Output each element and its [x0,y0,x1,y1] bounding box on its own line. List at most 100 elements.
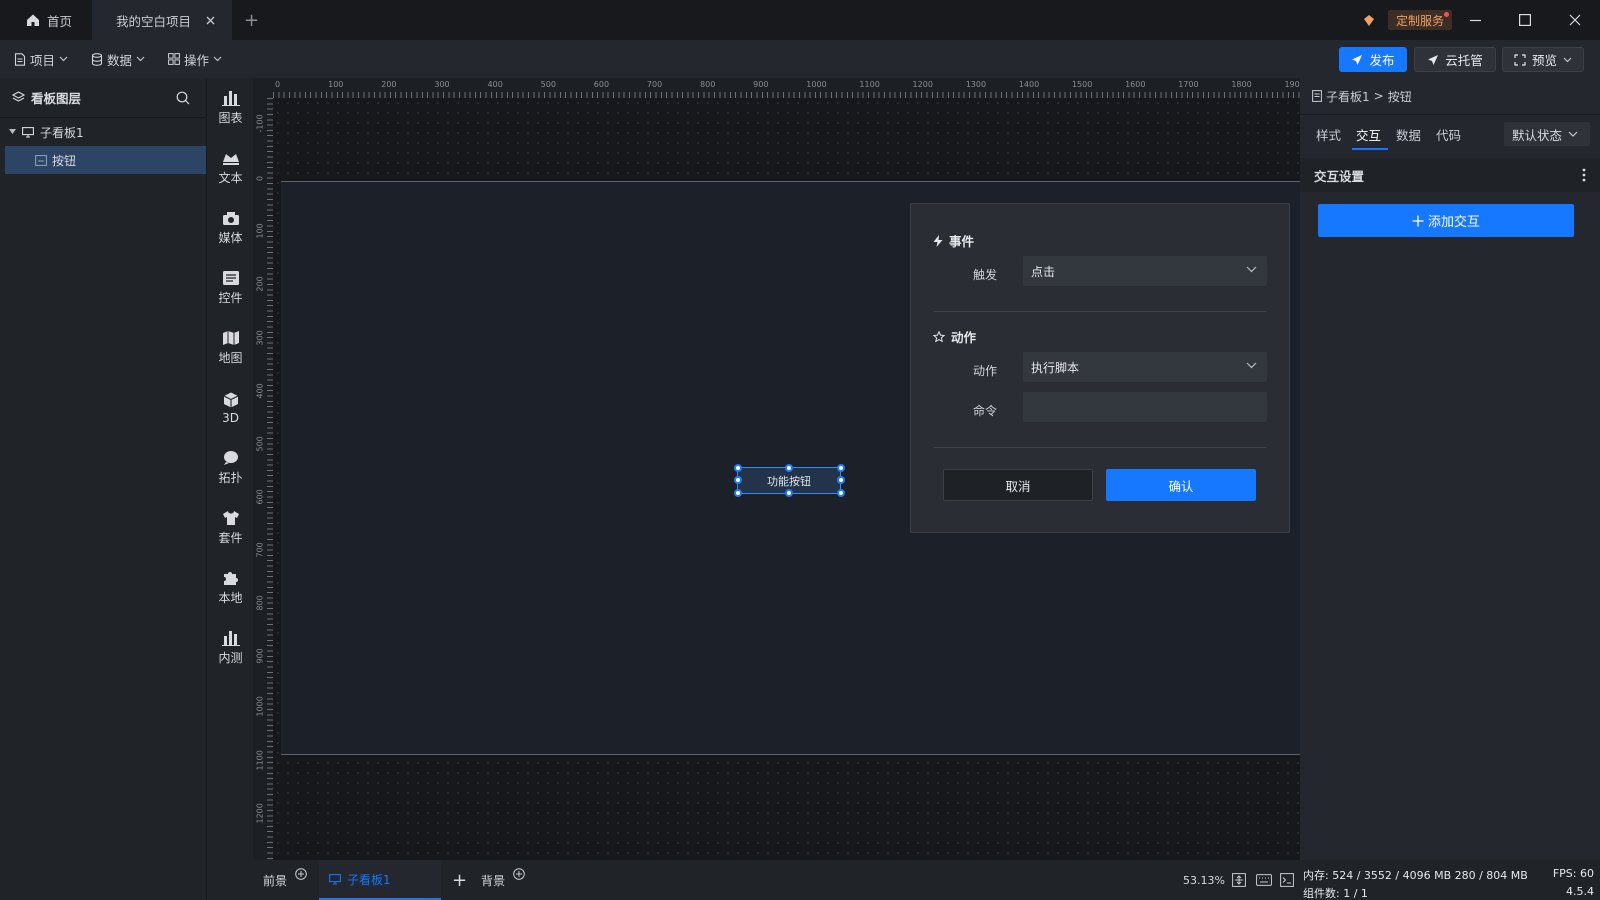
close-window-button[interactable] [1550,0,1600,40]
tree-item-sub-board[interactable]: 子看板1 [0,118,206,146]
grid-icon [168,53,180,65]
ruler-label: 400 [255,382,265,399]
component-text[interactable]: 文本 [207,142,254,194]
ruler-vertical: -100 0 100 200 300 400 500 600 700 800 900 1000 1100… [253,78,273,860]
breadcrumb: 子看板1 > 按钮 [1312,86,1412,106]
media-icon [222,210,240,226]
trigger-label: 触发 [973,268,998,282]
confirm-button[interactable]: 确认 [1106,469,1256,501]
add-circle-icon[interactable] [295,868,307,880]
caret-down-icon[interactable] [9,129,16,135]
resize-handle-r[interactable] [837,476,845,484]
ruler-label: 900 [753,80,769,89]
add-circle-icon[interactable] [513,868,525,880]
action-select[interactable]: 执行脚本 [1023,352,1267,382]
tab-home[interactable]: 首页 [10,0,92,40]
cancel-button[interactable]: 取消 [943,469,1093,501]
tab-project[interactable]: 我的空白项目 [92,0,232,40]
resize-handle-br[interactable] [837,489,845,497]
close-icon[interactable] [206,16,215,25]
state-select[interactable]: 默认状态 [1504,122,1590,146]
page-icon [1312,90,1322,102]
tab-interaction[interactable]: 交互 [1356,125,1381,144]
ruler-label: 1400 [1018,80,1040,89]
component-beta[interactable]: 内测 [207,622,254,674]
interaction-dialog: 事件 触发 点击 动作 动作 执行脚本 命令 取消 确认 [910,203,1290,533]
breadcrumb-parent[interactable]: 子看板1 [1326,88,1370,105]
sub-board-tab[interactable]: 子看板1 [319,860,441,900]
component-suite[interactable]: 套件 [207,502,254,554]
component-topology[interactable]: 拓扑 [207,442,254,494]
chevron-down-icon [213,56,222,62]
shirt-icon [222,510,240,526]
cube-icon [222,392,240,408]
background-tab[interactable]: 背景 [481,860,525,900]
layers-icon [12,91,25,104]
ruler-label: 1600 [1125,80,1146,89]
fullscreen-icon [1514,53,1526,66]
maximize-button[interactable] [1500,0,1550,40]
widget-icon [222,270,240,286]
breadcrumb-divider [1300,114,1600,115]
menu-project[interactable]: 项目 [14,49,68,69]
tab-code[interactable]: 代码 [1436,125,1461,144]
chevron-down-icon [1568,131,1578,137]
component-widget[interactable]: 控件 [207,262,254,314]
tab-data[interactable]: 数据 [1396,125,1421,144]
custom-service-badge[interactable]: 定制服务 [1388,10,1453,30]
ruler-label: 800 [700,80,716,89]
component-label: 本地 [218,591,243,605]
component-map[interactable]: 地图 [207,322,254,374]
ruler-label: 900 [255,648,265,664]
trigger-value: 点击 [1031,264,1056,279]
ruler-label: 500 [255,435,265,452]
component-count: 组件数: 1 / 1 [1303,887,1368,900]
foreground-tab[interactable]: 前景 [263,860,307,900]
publish-button[interactable]: 发布 [1339,47,1407,72]
action-title: 动作 [951,330,977,345]
component-label: 内测 [218,651,243,665]
ruler-label: 1500 [1071,80,1093,89]
search-icon[interactable] [176,91,190,105]
tree-item-button[interactable]: 按钮 [5,146,206,174]
resize-handle-tr[interactable] [837,464,845,472]
dialog-divider [933,311,1267,312]
ruler-label: 1000 [806,80,827,89]
menu-operation[interactable]: 操作 [168,49,222,69]
publish-label: 发布 [1369,53,1395,68]
add-tab-button[interactable]: + [244,0,264,40]
chevron-down-icon [136,56,145,62]
add-interaction-button[interactable]: 添加交互 [1318,204,1574,237]
component-label: 地图 [218,351,243,365]
terminal-icon[interactable] [1280,873,1294,887]
component-local[interactable]: 本地 [207,562,254,614]
beta-chart-icon [221,630,240,646]
minimize-button[interactable] [1450,0,1500,40]
background-label: 背景 [481,873,506,888]
command-input[interactable] [1023,392,1267,422]
lightning-icon [933,234,943,247]
ruler-label: 600 [255,489,265,505]
action-label: 动作 [973,364,998,378]
more-vertical-icon[interactable] [1582,168,1586,182]
add-board-button[interactable]: + [452,860,467,900]
zoom-level[interactable]: 53.13% [1183,860,1225,900]
ruler-corner [253,78,273,98]
resize-handle-b[interactable] [785,489,793,497]
tab-style[interactable]: 样式 [1316,125,1341,144]
cloud-host-button[interactable]: 云托管 [1414,47,1496,72]
fit-screen-icon[interactable] [1232,873,1246,887]
keyboard-icon[interactable] [1256,874,1272,886]
component-media[interactable]: 媒体 [207,202,254,254]
ruler-label: 0 [275,80,281,89]
preview-button[interactable]: 预览 [1502,47,1584,72]
fps-status: FPS: 60 [1552,867,1594,880]
menu-data[interactable]: 数据 [91,49,145,69]
trigger-select[interactable]: 点击 [1023,256,1267,286]
resize-handle-tl[interactable] [734,464,742,472]
component-3d[interactable]: 3D [207,382,254,434]
resize-handle-l[interactable] [734,476,742,484]
component-chart[interactable]: 图表 [207,82,254,134]
resize-handle-bl[interactable] [734,489,742,497]
resize-handle-t[interactable] [785,464,793,472]
